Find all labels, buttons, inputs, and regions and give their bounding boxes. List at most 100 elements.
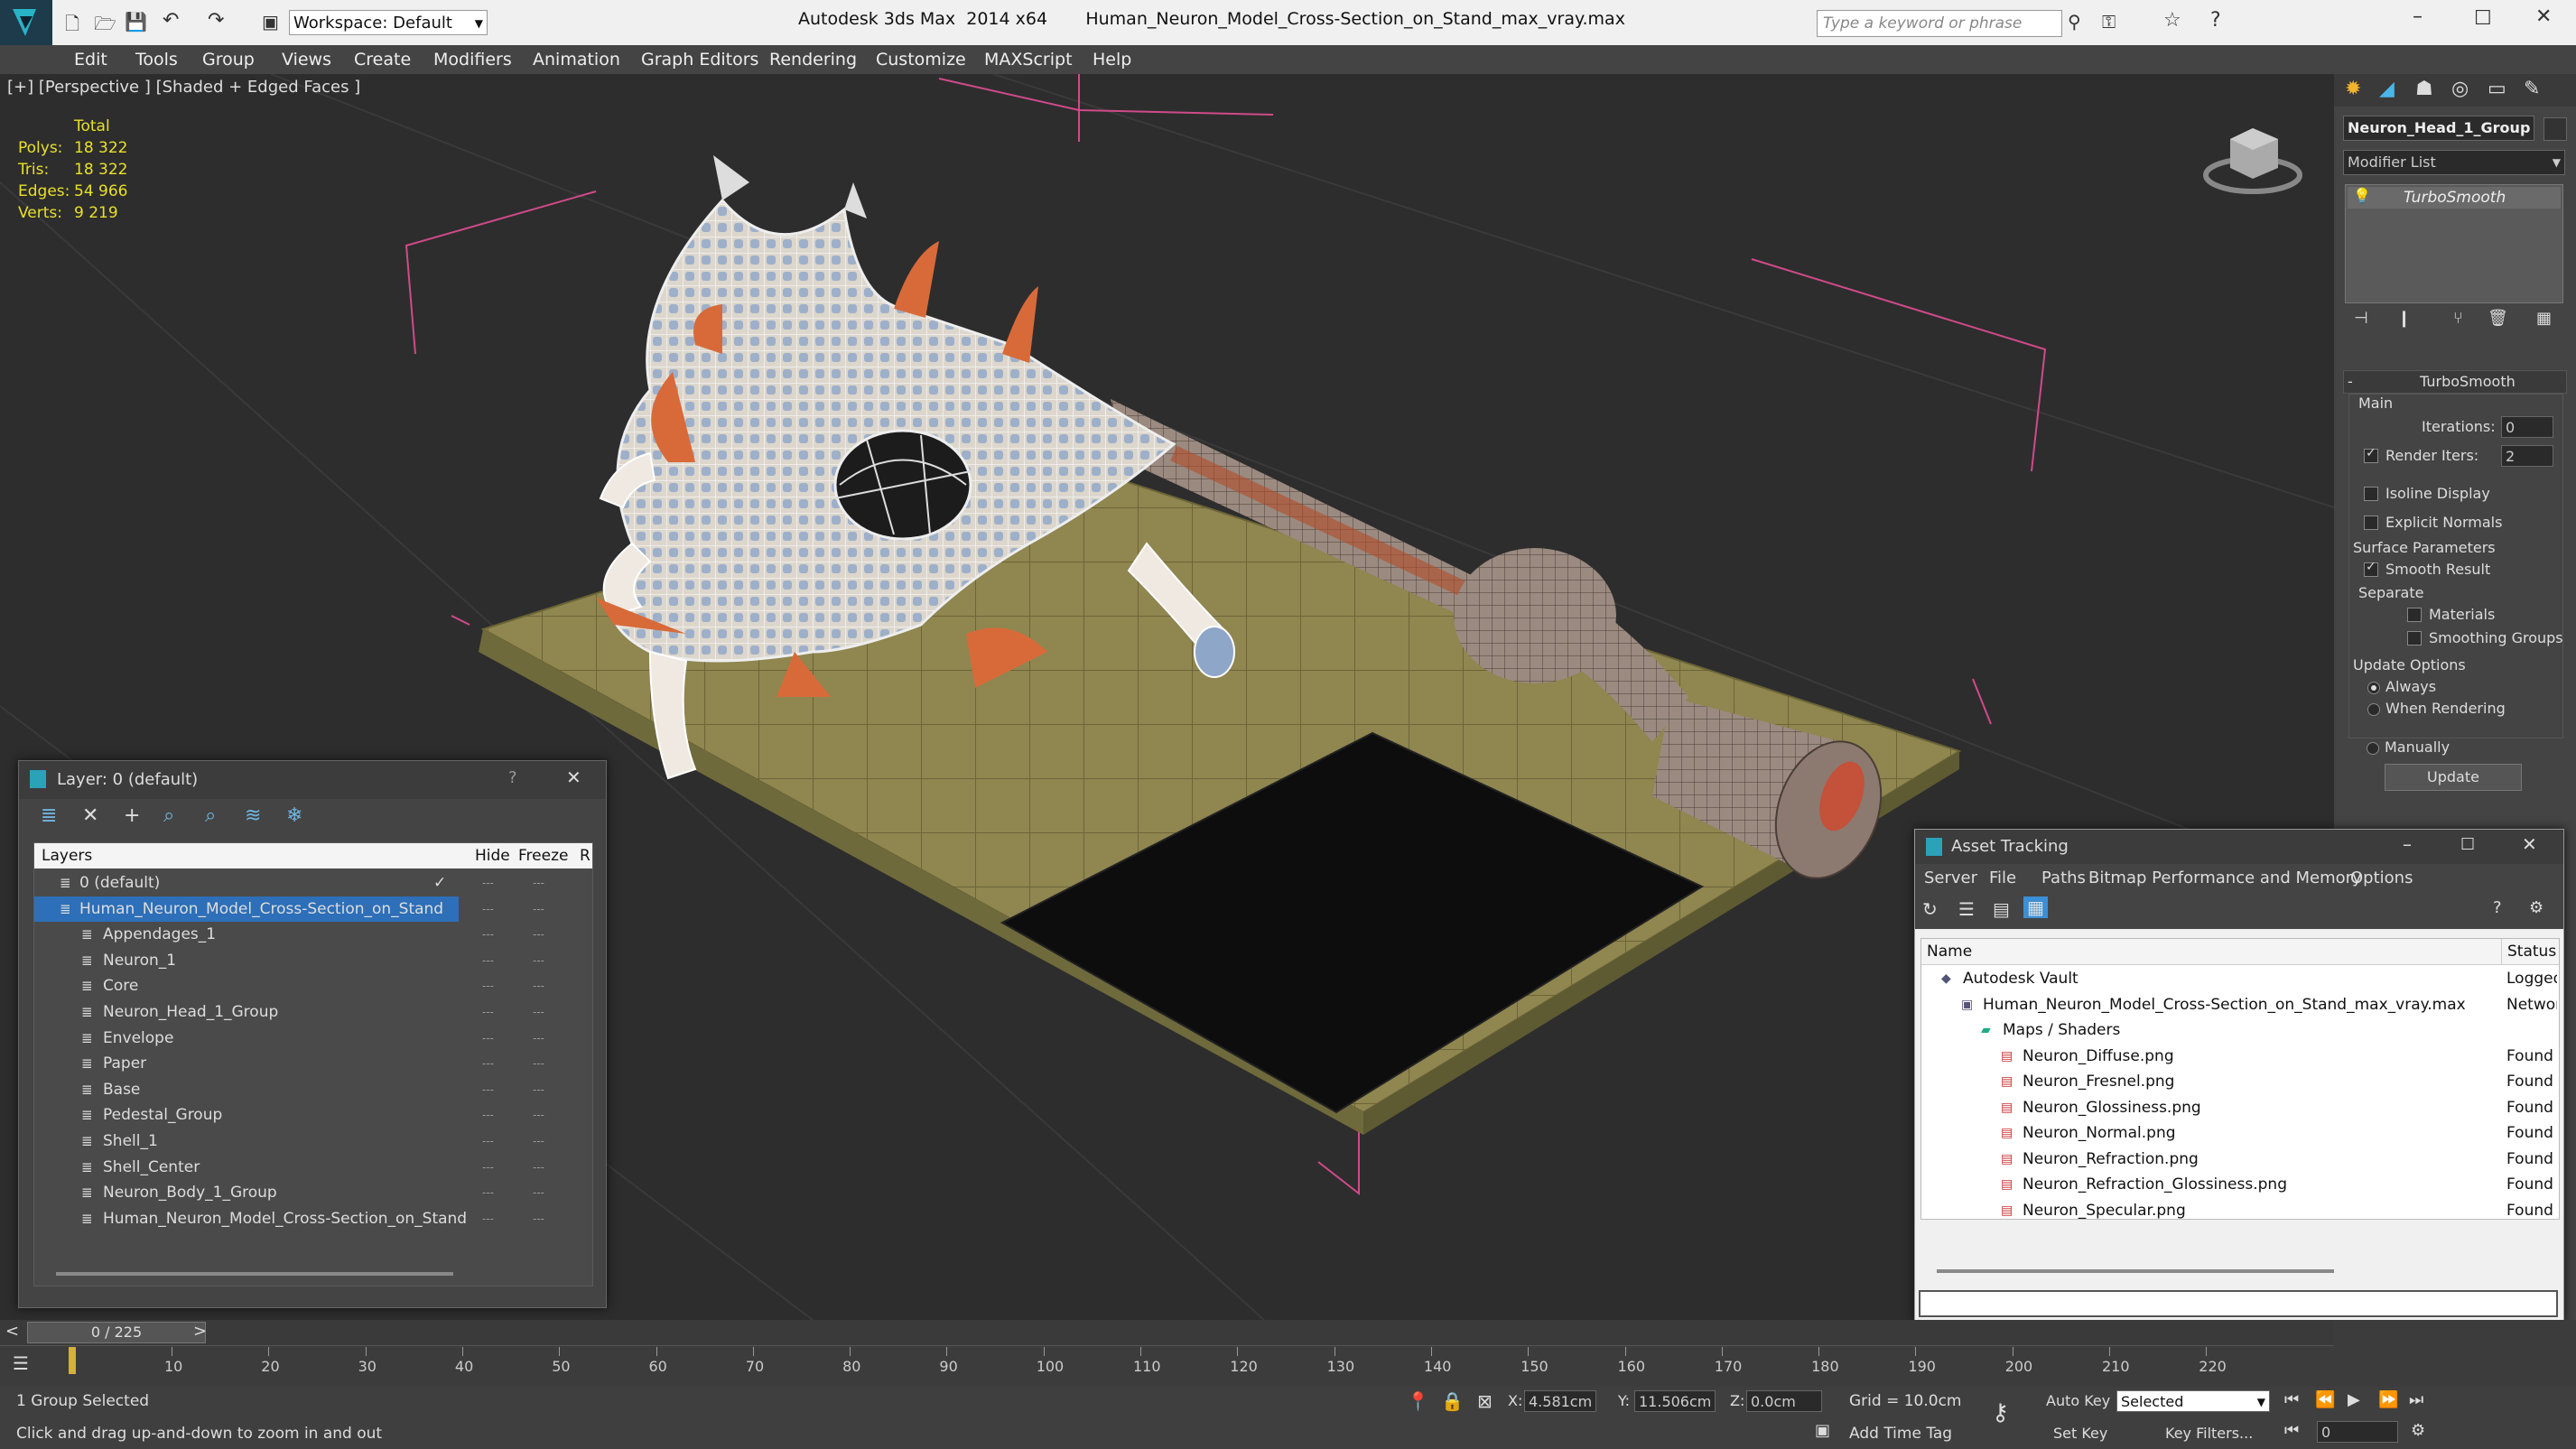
app-logo-icon[interactable]: [0, 0, 52, 45]
highlight-layer-icon[interactable]: ⌕: [205, 804, 216, 827]
table-view-icon[interactable]: ▤: [1993, 898, 2010, 920]
next-key-icon[interactable]: ⏩: [2378, 1390, 2398, 1409]
menu-customize[interactable]: Customize: [876, 45, 966, 74]
freeze-toggle[interactable]: ---: [533, 1026, 544, 1051]
viewcube-icon[interactable]: [2199, 112, 2307, 202]
menu-help[interactable]: Help: [1093, 45, 1131, 74]
asset-row[interactable]: ▤ Neuron_Diffuse.png Found: [1921, 1044, 2559, 1069]
create-layer-icon[interactable]: ≣: [41, 804, 57, 827]
when-rendering-radio[interactable]: [2367, 703, 2380, 716]
maximize-icon[interactable]: ☐: [2460, 835, 2475, 854]
hide-toggle[interactable]: ---: [482, 1026, 494, 1051]
asset-row[interactable]: ▤ Neuron_Normal.png Found: [1921, 1120, 2559, 1146]
maximize-icon[interactable]: ☐: [2474, 7, 2492, 30]
time-cursor[interactable]: [69, 1347, 76, 1374]
layer-hscrollbar[interactable]: [56, 1272, 453, 1276]
active-layer-check-icon[interactable]: ✓: [433, 870, 446, 896]
set-key-button[interactable]: Set Key: [2053, 1425, 2107, 1442]
track-bar[interactable]: 10 20 30 40 50 60 70 80 90 100 110 120 130 140 150 160 1…: [56, 1347, 2268, 1383]
key-mode-icon[interactable]: ⚷: [1992, 1399, 2009, 1426]
turbosmooth-rollout-header[interactable]: - TurboSmooth: [2343, 370, 2567, 394]
object-color-swatch[interactable]: [2543, 117, 2567, 141]
layer-row[interactable]: ≣ Appendages_1 --- ---: [34, 922, 592, 947]
render-iters-checkbox[interactable]: [2364, 446, 2378, 463]
create-tab-icon[interactable]: ✹: [2345, 78, 2361, 100]
freeze-toggle[interactable]: ---: [533, 999, 544, 1025]
time-slider-thumb[interactable]: 0 / 225: [27, 1322, 206, 1343]
hide-toggle[interactable]: ---: [482, 1077, 494, 1102]
asset-menu-bitmap[interactable]: Bitmap Performance and Memory: [2088, 864, 2362, 893]
workspace-dropdown[interactable]: Workspace: Default ▼: [289, 10, 488, 35]
layer-row[interactable]: ≣ Pedestal_Group --- ---: [34, 1102, 592, 1128]
binoculars-icon[interactable]: ⚲: [2068, 11, 2081, 33]
open-file-icon[interactable]: 🗁: [94, 11, 116, 42]
key-mode-dropdown[interactable]: Selected ▼: [2116, 1390, 2270, 1412]
isoline-display-checkbox[interactable]: [2364, 487, 2378, 501]
prev-frame-icon[interactable]: <: [5, 1322, 19, 1341]
absolute-mode-icon[interactable]: ⊠: [1477, 1390, 1493, 1412]
delete-layer-icon[interactable]: ✕: [82, 804, 98, 827]
stack-item-turbosmooth[interactable]: 💡 TurboSmooth: [2348, 187, 2561, 209]
motion-tab-icon[interactable]: ◎: [2451, 78, 2469, 100]
go-to-end-icon[interactable]: ⏭: [2409, 1390, 2423, 1409]
iterations-spinner[interactable]: 0: [2501, 416, 2553, 438]
menu-modifiers[interactable]: Modifiers: [433, 45, 512, 74]
asset-tree[interactable]: Name Status ◆ Autodesk Vault Logged O ▣ Huma…: [1920, 938, 2560, 1220]
display-tab-icon[interactable]: ▭: [2488, 78, 2506, 100]
freeze-toggle[interactable]: ---: [533, 948, 544, 973]
freeze-toggle[interactable]: ---: [533, 1102, 544, 1128]
freeze-toggle[interactable]: ---: [533, 1077, 544, 1102]
menu-animation[interactable]: Animation: [533, 45, 620, 74]
project-folder-icon[interactable]: ▣: [262, 11, 279, 33]
always-radio[interactable]: [2367, 682, 2380, 694]
time-config-icon[interactable]: ⚙: [2411, 1421, 2425, 1440]
previous-key-icon[interactable]: ⏪: [2315, 1390, 2335, 1409]
explicit-normals-checkbox[interactable]: [2364, 516, 2378, 530]
asset-path-field[interactable]: [1919, 1290, 2558, 1317]
pin-stack-icon[interactable]: ⊣: [2354, 309, 2368, 328]
utilities-tab-icon[interactable]: ✎: [2524, 78, 2540, 100]
freeze-toggle[interactable]: ---: [533, 1155, 544, 1180]
viewport-label[interactable]: [+] [Perspective ] [Shaded + Edged Faces…: [7, 78, 360, 97]
hide-toggle[interactable]: ---: [482, 1155, 494, 1180]
add-to-layer-icon[interactable]: +: [124, 804, 140, 827]
smooth-result-checkbox[interactable]: [2364, 560, 2378, 577]
menu-group[interactable]: Group: [202, 45, 255, 74]
close-icon[interactable]: ✕: [2522, 833, 2537, 855]
hide-toggle[interactable]: ---: [482, 1206, 494, 1231]
layer-row[interactable]: ≣ Neuron_1 --- ---: [34, 948, 592, 973]
hide-toggle[interactable]: ---: [482, 973, 494, 999]
menu-maxscript[interactable]: MAXScript: [984, 45, 1073, 74]
hide-toggle[interactable]: ---: [482, 1102, 494, 1128]
asset-menu-options[interactable]: Options: [2350, 864, 2413, 893]
modify-tab-icon[interactable]: ◢: [2379, 78, 2395, 100]
object-name-field[interactable]: Neuron_Head_1_Group: [2343, 116, 2534, 141]
col-name[interactable]: Name: [1927, 939, 1972, 964]
configure-sets-icon[interactable]: ▦: [2536, 309, 2552, 328]
close-icon[interactable]: ✕: [2535, 5, 2552, 28]
freeze-toggle[interactable]: ---: [533, 1051, 544, 1076]
minimize-icon[interactable]: –: [2413, 5, 2423, 28]
help-icon[interactable]: ?: [2493, 898, 2502, 917]
remove-modifier-icon[interactable]: 🗑: [2488, 309, 2508, 328]
freeze-toggle[interactable]: ---: [533, 870, 544, 896]
z-coordinate-field[interactable]: 0.0cm: [1746, 1390, 1822, 1412]
layer-window-titlebar[interactable]: Layer: 0 (default) ? ✕: [19, 761, 606, 799]
col-freeze[interactable]: Freeze: [518, 843, 568, 868]
materials-checkbox[interactable]: [2407, 608, 2422, 622]
redo-icon[interactable]: ↷: [208, 9, 224, 32]
layer-row[interactable]: ≣ Shell_Center --- ---: [34, 1155, 592, 1180]
col-layers[interactable]: Layers: [42, 843, 92, 868]
modifier-list-dropdown[interactable]: Modifier List ▼: [2343, 150, 2565, 175]
time-tag-icon[interactable]: ▣: [1815, 1421, 1830, 1440]
layer-row[interactable]: ≣ Core --- ---: [34, 973, 592, 999]
freeze-toggle[interactable]: ---: [533, 896, 544, 922]
hide-toggle[interactable]: ---: [482, 999, 494, 1025]
close-icon[interactable]: ✕: [566, 766, 581, 788]
isolate-selection-icon[interactable]: 📍: [1407, 1390, 1429, 1412]
hierarchy-tab-icon[interactable]: ☗: [2415, 78, 2433, 100]
go-to-start-icon[interactable]: ⏮: [2284, 1390, 2299, 1409]
menu-graph-editors[interactable]: Graph Editors: [641, 45, 758, 74]
add-time-tag[interactable]: Add Time Tag: [1849, 1425, 1952, 1443]
update-button[interactable]: Update: [2385, 764, 2522, 791]
